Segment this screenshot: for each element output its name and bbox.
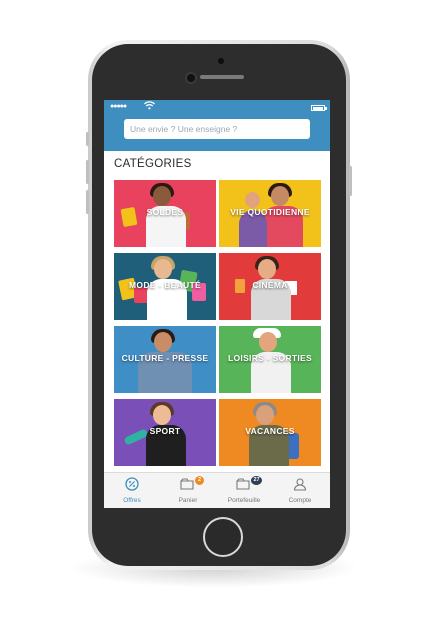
category-tile-loisirs-sorties[interactable]: LOISIRS - SORTIES [219,326,321,393]
tab-label: Portefeuille [227,497,261,504]
category-label: SPORT [149,426,181,436]
signal-icon: ●●●●● [110,103,127,110]
category-label: LOISIRS - SORTIES [228,353,312,363]
category-label: VIE QUOTIDIENNE [230,207,310,217]
offers-icon [125,477,139,491]
person-head [256,405,274,425]
wifi-icon [144,101,155,112]
search-input[interactable] [124,119,310,139]
wallet-icon [236,478,250,490]
front-camera [187,74,195,82]
tab-label: Panier [178,497,198,504]
person-head [154,332,172,352]
power-button [349,166,352,196]
earpiece-speaker [200,75,244,79]
person-head [153,186,171,206]
category-tile-cinema[interactable]: CINÉMA [219,253,321,320]
cart-icon [180,478,194,490]
person-head [271,186,289,206]
wallet-badge: 27 [251,476,262,485]
app-screen: ●●●●● CATÉGORIES SOLDES VIE QUOTIDIENNE [104,100,330,508]
tab-compte[interactable]: Compte [272,473,328,508]
category-tile-mode-beaute[interactable]: MODE - BEAUTÉ [114,253,216,320]
search-header [104,117,330,151]
person-head [153,405,171,425]
tab-portefeuille[interactable]: 27 Portefeuille [216,473,272,508]
category-tile-soldes[interactable]: SOLDES [114,180,216,247]
category-tile-vacances[interactable]: VACANCES [219,399,321,466]
tab-panier[interactable]: 2 Panier [160,473,216,508]
mute-switch [86,132,89,146]
person-head [258,259,276,279]
category-label: CULTURE - PRESSE [121,353,209,363]
category-label: MODE - BEAUTÉ [129,280,201,290]
account-icon [293,478,307,491]
category-label: CINÉMA [252,280,288,290]
child-head [245,192,260,208]
tab-label: Offres [123,497,141,504]
bottom-tab-bar: Offres 2 Panier 27 Portefeuille Compte [104,472,330,508]
category-tile-culture-presse[interactable]: CULTURE - PRESSE [114,326,216,393]
categories-heading: CATÉGORIES [114,158,192,170]
cart-badge: 2 [195,476,204,485]
volume-down-button [86,190,89,214]
person-head [259,332,277,352]
category-tile-sport[interactable]: SPORT [114,399,216,466]
volume-up-button [86,160,89,184]
tab-offres[interactable]: Offres [104,473,160,508]
category-label: SOLDES [146,207,184,217]
battery-icon [311,105,327,111]
top-sensor [218,58,224,64]
category-tile-vie-quotidienne[interactable]: VIE QUOTIDIENNE [219,180,321,247]
status-bar: ●●●●● [104,100,330,117]
category-label: VACANCES [245,426,295,436]
person-head [154,259,172,279]
tab-label: Compte [288,497,312,504]
home-button[interactable] [203,517,243,557]
